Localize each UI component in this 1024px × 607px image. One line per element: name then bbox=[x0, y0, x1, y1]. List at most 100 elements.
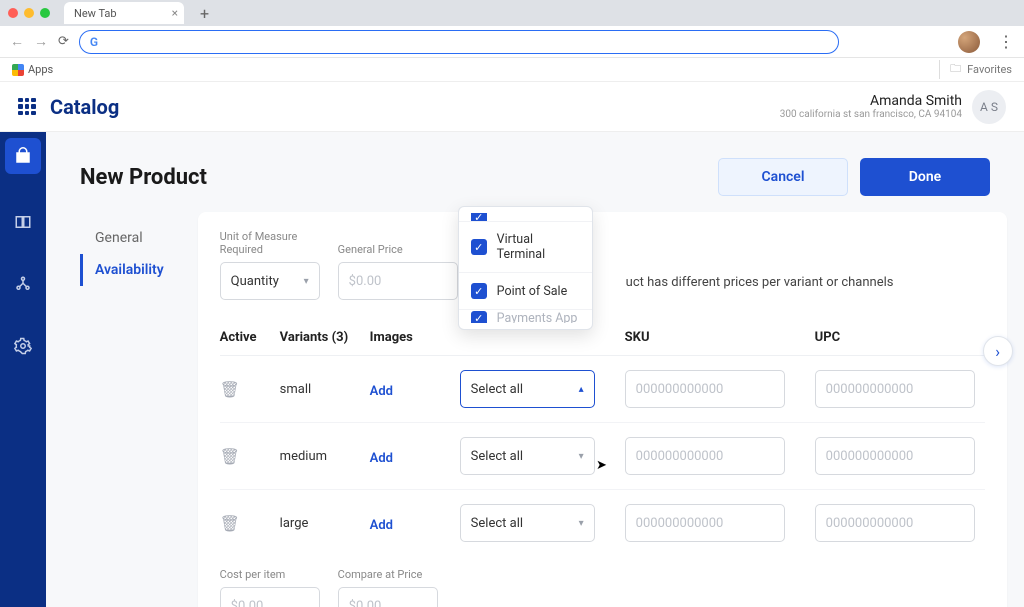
compare-input[interactable] bbox=[338, 587, 438, 607]
tab-close-icon[interactable]: × bbox=[172, 6, 178, 20]
checkbox-checked-icon: ✓ bbox=[471, 239, 487, 255]
section-tabs: General Availability bbox=[80, 212, 168, 286]
product-card: ✓ ✓ Virtual Terminal ✓ Point of Sale ✓ P… bbox=[198, 212, 1007, 607]
upc-input[interactable] bbox=[815, 504, 975, 542]
channel-dropdown-panel: ✓ ✓ Virtual Terminal ✓ Point of Sale ✓ P… bbox=[458, 206, 593, 330]
browser-tab-strip: New Tab × + bbox=[0, 0, 1024, 26]
apps-grid-icon bbox=[12, 64, 24, 76]
dropdown-label: Payments App bbox=[497, 311, 578, 323]
delete-row-icon[interactable]: 🗑 bbox=[220, 447, 240, 466]
favorites-label: Favorites bbox=[967, 63, 1012, 76]
cancel-button[interactable]: Cancel bbox=[718, 158, 848, 196]
price-helper-text: uct has different prices per variant or … bbox=[626, 275, 894, 300]
dropdown-option-selectall[interactable]: ✓ bbox=[459, 213, 592, 221]
upc-input[interactable] bbox=[815, 437, 975, 475]
checkbox-checked-icon: ✓ bbox=[471, 213, 487, 221]
channel-select[interactable]: Select all ▾ bbox=[460, 504, 595, 542]
dropdown-option-virtual-terminal[interactable]: ✓ Virtual Terminal bbox=[459, 221, 592, 272]
scroll-right-button[interactable]: › bbox=[983, 336, 1013, 366]
favorites-shortcut[interactable]: 🗀 Favorites bbox=[939, 60, 1012, 79]
channel-select[interactable]: Select all ▾ bbox=[460, 437, 595, 475]
tab-availability[interactable]: Availability bbox=[80, 254, 168, 286]
profile-avatar[interactable] bbox=[958, 31, 980, 53]
sidebar-item-org[interactable] bbox=[0, 264, 46, 304]
variant-name: small bbox=[280, 382, 370, 397]
user-info: Amanda Smith 300 california st san franc… bbox=[780, 93, 962, 120]
uom-label: Unit of Measure Required bbox=[220, 230, 320, 256]
sku-input[interactable] bbox=[625, 504, 785, 542]
variant-name: medium bbox=[280, 449, 370, 464]
col-sku: SKU bbox=[625, 330, 815, 345]
nav-back-icon[interactable]: ← bbox=[10, 33, 24, 50]
table-row: 🗑 medium Add Select all ▾ bbox=[220, 423, 985, 490]
chevron-down-icon: ▾ bbox=[579, 518, 584, 529]
col-active: Active bbox=[220, 330, 280, 345]
delete-row-icon[interactable]: 🗑 bbox=[220, 380, 240, 399]
variant-name: large bbox=[280, 516, 370, 531]
sku-input[interactable] bbox=[625, 437, 785, 475]
add-image-link[interactable]: Add bbox=[370, 518, 393, 533]
delete-row-icon[interactable]: 🗑 bbox=[220, 514, 240, 533]
app-header: Catalog Amanda Smith 300 california st s… bbox=[0, 82, 1024, 132]
new-tab-button[interactable]: + bbox=[200, 4, 209, 23]
sidebar-item-settings[interactable] bbox=[0, 326, 46, 366]
cost-label: Cost per item bbox=[220, 568, 320, 581]
nodes-icon bbox=[14, 275, 32, 293]
app-launcher-icon[interactable] bbox=[18, 98, 36, 116]
gear-icon bbox=[14, 337, 32, 355]
checkbox-checked-icon: ✓ bbox=[471, 283, 487, 299]
channel-select-value: Select all bbox=[471, 449, 523, 464]
tab-title: New Tab bbox=[74, 7, 117, 20]
bag-icon bbox=[14, 147, 32, 165]
col-images: Images bbox=[370, 330, 460, 345]
browser-tab[interactable]: New Tab × bbox=[64, 2, 184, 24]
apps-shortcut[interactable]: Apps bbox=[12, 63, 53, 76]
dropdown-option-pos[interactable]: ✓ Point of Sale bbox=[459, 272, 592, 309]
sidebar-item-products[interactable] bbox=[5, 138, 41, 174]
upc-input[interactable] bbox=[815, 370, 975, 408]
dropdown-option-payments-app[interactable]: ✓ Payments App bbox=[459, 309, 592, 323]
channel-select-value: Select all bbox=[471, 382, 523, 397]
uom-select[interactable]: Quantity ▾ bbox=[220, 262, 320, 300]
browser-menu-icon[interactable]: ⋮ bbox=[998, 32, 1014, 51]
variants-table-header: Active Variants (3) Images SKU UPC bbox=[220, 320, 985, 356]
table-row: 🗑 small Add Select all ▴ bbox=[220, 356, 985, 423]
window-close[interactable] bbox=[8, 8, 18, 18]
genprice-input[interactable] bbox=[338, 262, 458, 300]
add-image-link[interactable]: Add bbox=[370, 451, 393, 466]
genprice-label: General Price bbox=[338, 243, 458, 256]
chevron-down-icon: ▾ bbox=[304, 276, 309, 287]
dropdown-label: Point of Sale bbox=[497, 284, 568, 299]
apps-label: Apps bbox=[28, 63, 53, 76]
sidebar-item-library[interactable] bbox=[0, 202, 46, 242]
channel-select[interactable]: Select all ▴ bbox=[460, 370, 595, 408]
left-sidebar bbox=[0, 132, 46, 607]
address-bar[interactable]: G bbox=[79, 30, 839, 54]
browser-toolbar: ← → ⟳ G ⋮ bbox=[0, 26, 1024, 58]
checkbox-checked-icon: ✓ bbox=[471, 311, 487, 324]
search-engine-icon: G bbox=[90, 35, 98, 49]
user-name: Amanda Smith bbox=[780, 93, 962, 109]
dropdown-label: Virtual Terminal bbox=[497, 232, 580, 262]
chevron-down-icon: ▾ bbox=[579, 451, 584, 462]
nav-forward-icon[interactable]: → bbox=[34, 33, 48, 50]
user-avatar[interactable]: A S bbox=[972, 90, 1006, 124]
window-maximize[interactable] bbox=[40, 8, 50, 18]
channel-select-value: Select all bbox=[471, 516, 523, 531]
table-row: 🗑 large Add Select all ▾ bbox=[220, 490, 985, 556]
bookmarks-bar: Apps 🗀 Favorites bbox=[0, 58, 1024, 82]
app-title: Catalog bbox=[50, 95, 119, 119]
add-image-link[interactable]: Add bbox=[370, 384, 393, 399]
chevron-up-icon: ▴ bbox=[579, 384, 584, 395]
cost-input[interactable] bbox=[220, 587, 320, 607]
main-content: New Product Cancel Done General Availabi… bbox=[46, 132, 1024, 607]
uom-value: Quantity bbox=[231, 274, 279, 289]
folder-icon: 🗀 bbox=[950, 60, 961, 79]
nav-reload-icon[interactable]: ⟳ bbox=[58, 34, 69, 49]
tab-general[interactable]: General bbox=[80, 222, 168, 254]
user-address: 300 california st san francisco, CA 9410… bbox=[780, 109, 962, 120]
done-button[interactable]: Done bbox=[860, 158, 990, 196]
window-minimize[interactable] bbox=[24, 8, 34, 18]
genprice-field[interactable] bbox=[349, 274, 447, 289]
sku-input[interactable] bbox=[625, 370, 785, 408]
